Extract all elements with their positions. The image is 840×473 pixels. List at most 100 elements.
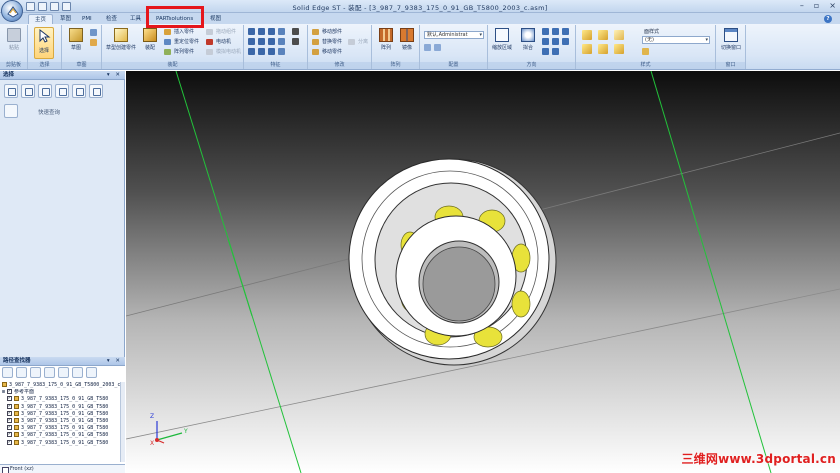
line-icon[interactable] — [90, 29, 97, 36]
rotate-icon[interactable] — [562, 28, 569, 35]
select-face-icon[interactable] — [55, 84, 69, 98]
hole-icon[interactable] — [268, 28, 275, 35]
chamfer-icon[interactable] — [248, 38, 255, 45]
tree-item[interactable]: 3_987_7_9383_175_0_91_GB_T580 — [2, 439, 122, 447]
configuration-select[interactable]: 默认,Administrat — [424, 31, 484, 39]
tab-partsolutions[interactable]: PARTsolutions — [150, 14, 199, 24]
visibility-checkbox[interactable] — [7, 439, 12, 446]
split-button[interactable]: 分离 — [348, 38, 368, 46]
visibility-checkbox[interactable] — [7, 410, 12, 417]
wireframe-icon[interactable] — [582, 44, 592, 54]
switch-windows-button[interactable]: 切换窗口 — [719, 27, 743, 59]
transfer-part-button[interactable]: 移动零件 — [312, 48, 342, 56]
fit-button[interactable]: 拟合 — [518, 27, 538, 59]
tree-item[interactable]: 3_987_7_9383_175_0_91_GB_T580 — [2, 417, 122, 425]
rib-icon[interactable] — [248, 48, 255, 55]
minimize-button[interactable]: – — [800, 1, 804, 11]
help-icon[interactable]: ? — [824, 15, 832, 23]
pathfinder-pin-icon[interactable]: ▾ ✕ — [107, 357, 122, 366]
tree-reference-planes[interactable]: ⊞参考平面 — [2, 389, 122, 396]
tree-item[interactable]: 3_987_7_9383_175_0_91_GB_T580 — [2, 432, 122, 439]
query-icon[interactable] — [4, 104, 18, 118]
pane-pin-icon[interactable]: ▾ ✕ — [107, 71, 122, 80]
hidden-edges-icon[interactable] — [598, 44, 608, 54]
tree-item[interactable]: 3_987_7_9383_175_0_91_GB_T580 — [2, 403, 122, 411]
sketch-view-icon[interactable] — [552, 48, 559, 55]
face-style-select[interactable]: (无) — [642, 36, 710, 44]
visibility-checkbox[interactable] — [7, 396, 12, 403]
boolean-icon[interactable] — [268, 38, 275, 45]
pf-sort-icon[interactable] — [30, 367, 41, 378]
tab-pmi[interactable]: PMI — [76, 14, 98, 24]
pathfinder-bottom-item[interactable]: Front (xz) — [0, 464, 125, 473]
select-filter-icon[interactable] — [4, 84, 18, 98]
draft-icon[interactable] — [292, 38, 299, 45]
view-iso-icon[interactable] — [562, 38, 569, 45]
config-display-icon[interactable] — [434, 44, 441, 51]
pf-display-icon[interactable] — [58, 367, 69, 378]
web-icon[interactable] — [258, 48, 265, 55]
select-body-icon[interactable] — [72, 84, 86, 98]
view-right-icon[interactable] — [542, 48, 549, 55]
extrude-icon[interactable] — [248, 28, 255, 35]
visible-edges-icon[interactable] — [614, 30, 624, 40]
view-front-icon[interactable] — [542, 38, 549, 45]
visibility-checkbox[interactable] — [7, 389, 12, 395]
pf-hide-icon[interactable] — [16, 367, 27, 378]
shadow-icon[interactable] — [614, 44, 624, 54]
visibility-checkbox[interactable] — [7, 432, 12, 439]
pattern-button[interactable]: 阵列 — [376, 27, 396, 59]
create-part-in-place-button[interactable]: 草型创建零件 — [106, 27, 136, 59]
visibility-checkbox[interactable] — [7, 417, 12, 424]
tree-item[interactable]: 3_987_7_9383_175_0_91_GB_T580 — [2, 396, 122, 403]
tab-home[interactable]: 主页 — [28, 14, 54, 24]
pattern-part-button[interactable]: 阵列零件 — [164, 48, 194, 56]
round-icon[interactable] — [292, 28, 299, 35]
simulate-motor-button[interactable]: 模拟电动机 — [206, 48, 241, 56]
pf-show-icon[interactable] — [2, 367, 13, 378]
select-box-icon[interactable] — [21, 84, 35, 98]
shaded-icon[interactable] — [582, 30, 592, 40]
lip-icon[interactable] — [268, 48, 275, 55]
visibility-checkbox[interactable] — [7, 403, 12, 410]
select-similar-icon[interactable] — [89, 84, 103, 98]
mirror-button[interactable]: 镜像 — [397, 27, 417, 59]
cutout-icon[interactable] — [278, 28, 285, 35]
paste-button[interactable]: 粘贴 — [4, 27, 24, 59]
zoom-area-button[interactable]: 缩放区域 — [492, 27, 512, 59]
drag-component-button[interactable]: 拖动组件 — [206, 28, 236, 36]
restore-button[interactable]: ▫ — [814, 1, 819, 11]
tab-sketch[interactable]: 草图 — [54, 14, 77, 24]
sweep-icon[interactable] — [278, 38, 285, 45]
shaded-edges-icon[interactable] — [598, 30, 608, 40]
arc-icon[interactable] — [90, 39, 97, 46]
close-button[interactable]: × — [829, 1, 836, 11]
pf-options-icon[interactable] — [86, 367, 97, 378]
view-top-icon[interactable] — [552, 38, 559, 45]
tree-root[interactable]: 3_987_7_9383_175_0_91_GB_T5800_2003_c — [2, 382, 122, 389]
assemble-button[interactable]: 装配 — [140, 27, 160, 59]
tab-view[interactable]: 视图 — [204, 14, 227, 24]
replace-part-button[interactable]: 替换零件 — [312, 38, 342, 46]
motor-button[interactable]: 电动机 — [206, 38, 231, 46]
sketch-button[interactable]: 草图 — [66, 27, 86, 59]
tab-inspect[interactable]: 检查 — [100, 14, 123, 24]
tree-item[interactable]: 3_987_7_9383_175_0_91_GB_T580 — [2, 410, 122, 418]
visibility-checkbox[interactable] — [7, 425, 12, 431]
application-button[interactable] — [1, 0, 23, 22]
config-save-icon[interactable] — [424, 44, 431, 51]
tab-tools[interactable]: 工具 — [124, 14, 147, 24]
pan-icon[interactable] — [552, 28, 559, 35]
thread-icon[interactable] — [258, 38, 265, 45]
pf-settings-icon[interactable] — [72, 367, 83, 378]
pathfinder-scrollbar[interactable] — [120, 382, 125, 462]
bearing-model[interactable] — [348, 158, 557, 366]
select-tool-button[interactable]: 选择 — [34, 27, 54, 59]
vent-icon[interactable] — [278, 48, 285, 55]
revolve-icon[interactable] — [258, 28, 265, 35]
style-paint-icon[interactable] — [642, 48, 649, 55]
insert-part-button[interactable]: 插入零件 — [164, 28, 194, 36]
reposition-part-button[interactable]: 重定位零件 — [164, 38, 199, 46]
zoom-icon[interactable] — [542, 28, 549, 35]
move-parts-button[interactable]: 移动部件 — [312, 28, 342, 36]
